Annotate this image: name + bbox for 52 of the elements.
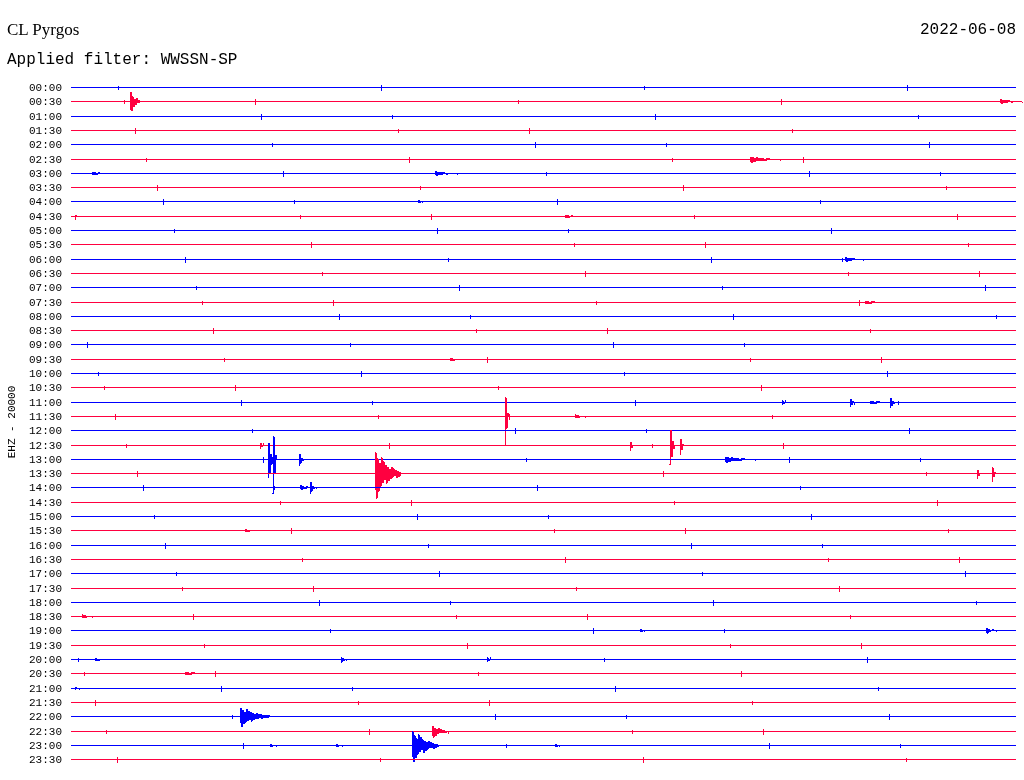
time-label: 05:30: [29, 239, 62, 252]
time-label: 01:30: [29, 124, 62, 137]
time-label: 01:00: [29, 110, 62, 123]
time-label: 05:00: [29, 225, 62, 237]
time-label: 07:00: [29, 282, 62, 295]
time-label: 15:30: [29, 525, 62, 538]
time-label: 13:30: [29, 468, 62, 481]
time-label: 03:00: [29, 167, 62, 180]
time-label: 10:30: [29, 382, 62, 395]
time-label: 23:30: [29, 754, 62, 767]
time-label: 10:00: [29, 368, 62, 380]
time-label: 22:30: [29, 725, 62, 738]
time-label: 11:30: [29, 410, 62, 423]
time-label: 11:00: [29, 396, 62, 409]
time-label: 09:30: [29, 353, 62, 366]
time-label: 18:00: [29, 596, 62, 609]
time-label: 08:30: [29, 325, 62, 338]
time-label: 14:00: [29, 482, 62, 495]
time-label: 20:30: [29, 668, 62, 681]
time-label: 19:30: [29, 639, 62, 652]
time-label: 22:00: [29, 711, 62, 724]
time-label: 07:30: [29, 296, 62, 309]
filter-label: Applied filter: WWSSN-SP: [7, 51, 238, 69]
time-label: 15:00: [29, 511, 62, 523]
time-label: 02:30: [29, 153, 62, 166]
time-label: 16:00: [29, 539, 62, 552]
time-label: 21:30: [29, 696, 62, 709]
time-label: 16:30: [29, 553, 62, 566]
time-label: 13:00: [29, 453, 62, 466]
time-label: 21:00: [29, 682, 62, 695]
station-name: CL Pyrgos: [7, 20, 80, 40]
time-label: 00:00: [29, 82, 62, 94]
time-label: 20:00: [29, 654, 62, 666]
time-label: 12:30: [29, 439, 62, 452]
time-label: 19:00: [29, 625, 62, 638]
axis-label: EHZ - 20000: [6, 385, 18, 459]
time-label: 04:00: [29, 196, 62, 209]
date-label: 2022-06-08: [920, 20, 1016, 40]
time-label: 02:00: [29, 139, 62, 152]
time-label: 17:00: [29, 568, 62, 581]
time-label: 09:00: [29, 339, 62, 352]
time-label: 03:30: [29, 182, 62, 195]
time-label: 00:30: [29, 96, 62, 109]
time-label: 18:30: [29, 611, 62, 624]
time-label: 08:00: [29, 310, 62, 323]
time-label: 12:00: [29, 425, 62, 438]
time-label: 17:30: [29, 582, 62, 595]
time-label: 14:30: [29, 496, 62, 509]
time-label: 23:00: [29, 739, 62, 752]
time-label: 04:30: [29, 210, 62, 223]
time-label: 06:00: [29, 253, 62, 266]
time-label: 06:30: [29, 267, 62, 280]
